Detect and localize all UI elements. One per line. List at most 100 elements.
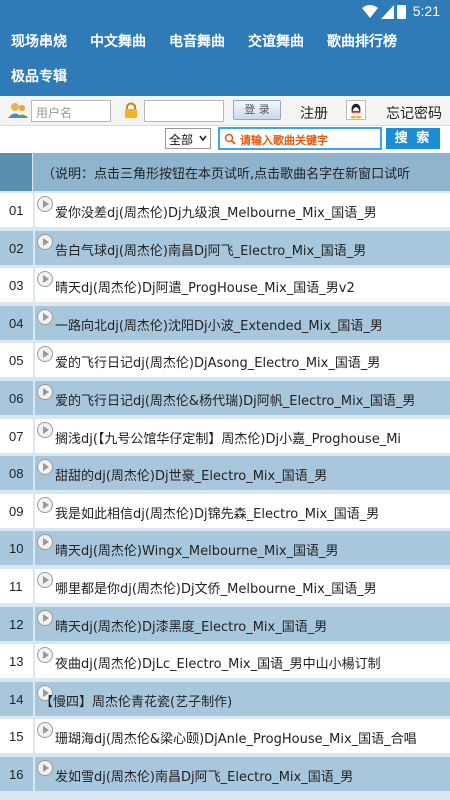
register-link[interactable]: 注册 <box>300 103 328 123</box>
signal-icon <box>381 5 394 19</box>
table-row: 10 晴天dj(周杰伦)Wingx_Melbourne_Mix_国语_男 <box>0 529 450 565</box>
battery-icon <box>397 5 406 19</box>
search-button[interactable]: 搜 索 <box>386 128 440 149</box>
table-row: 08 甜甜的dj(周杰伦)Dj世豪_Electro_Mix_国语_男 <box>0 454 450 490</box>
column-divider <box>33 343 35 377</box>
column-divider <box>33 494 35 528</box>
table-row: 07 搁浅dj(【九号公馆华仔定制】周杰伦)Dj小嘉_Proghouse_Mi <box>0 417 450 453</box>
row-number: 11 <box>9 579 23 594</box>
song-title-link[interactable]: 哪里都是你dj(周杰伦)Dj文侨_Melbourne_Mix_国语_男 <box>55 578 377 597</box>
column-divider <box>33 231 35 265</box>
wifi-icon <box>362 5 378 18</box>
table-row: 12 晴天dj(周杰伦)Dj漆黑度_Electro_Mix_国语_男 <box>0 605 450 641</box>
column-divider <box>33 306 35 340</box>
row-number: 06 <box>9 391 24 406</box>
play-icon[interactable] <box>37 459 53 475</box>
song-title-link[interactable]: 晴天dj(周杰伦)Dj阿遣_ProgHouse_Mix_国语_男v2 <box>55 277 355 296</box>
song-table: （说明：点击三角形按钮在本页试听,点击歌曲名字在新窗口试听 01 爱你没差dj(周… <box>0 153 450 800</box>
song-title-link[interactable]: 爱的飞行日记dj(周杰伦&杨代瑞)Dj阿帆_Electro_Mix_国语_男 <box>55 390 415 409</box>
row-number: 05 <box>9 353 24 368</box>
table-row: 02 告白气球dj(周杰伦)南昌Dj阿飞_Electro_Mix_国语_男 <box>0 229 450 265</box>
row-number: 13 <box>9 654 24 669</box>
column-divider <box>33 644 35 678</box>
row-number: 08 <box>9 466 24 481</box>
song-title-link[interactable]: 夜曲dj(周杰伦)DjLc_Electro_Mix_国语_男中山小楊订制 <box>55 653 381 672</box>
column-divider <box>33 757 35 791</box>
play-icon[interactable] <box>37 722 53 738</box>
category-select[interactable]: 全部 <box>165 128 211 149</box>
nav-item-chinese-dance[interactable]: 中文舞曲 <box>90 31 146 51</box>
search-icon <box>224 133 236 145</box>
table-row: 16 发如雪dj(周杰伦)南昌Dj阿飞_Electro_Mix_国语_男 <box>0 755 450 791</box>
nav-item-electronic-dance[interactable]: 电音舞曲 <box>169 31 225 51</box>
column-divider <box>33 193 35 227</box>
play-icon[interactable] <box>37 234 53 250</box>
play-icon[interactable] <box>37 534 53 550</box>
qq-icon[interactable] <box>346 100 366 120</box>
status-time: 5:21 <box>412 3 440 19</box>
play-icon[interactable] <box>37 384 53 400</box>
chevron-down-icon <box>199 135 207 142</box>
play-icon[interactable] <box>37 647 53 663</box>
nav-item-ballroom-dance[interactable]: 交谊舞曲 <box>248 31 304 51</box>
login-button[interactable]: 登 录 <box>233 100 281 120</box>
song-title-link[interactable]: 告白气球dj(周杰伦)南昌Dj阿飞_Electro_Mix_国语_男 <box>55 240 366 259</box>
table-row: 03 晴天dj(周杰伦)Dj阿遣_ProgHouse_Mix_国语_男v2 <box>0 266 450 302</box>
search-bar: 全部 请输入歌曲关键字 搜 索 <box>0 126 450 154</box>
nav-item-top-albums[interactable]: 极品专辑 <box>11 66 67 86</box>
song-title-link[interactable]: 晴天dj(周杰伦)Dj漆黑度_Electro_Mix_国语_男 <box>55 616 327 635</box>
login-bar: 用户名 登 录 注册 忘记密码 <box>0 96 450 126</box>
column-divider <box>33 682 35 716</box>
song-title-link[interactable]: 一路向北dj(周杰伦)沈阳Dj小波_Extended_Mix_国语_男 <box>55 315 383 334</box>
play-icon[interactable] <box>37 309 53 325</box>
row-number: 04 <box>9 316 24 331</box>
song-title-link[interactable]: 发如雪dj(周杰伦)南昌Dj阿飞_Electro_Mix_国语_男 <box>55 766 353 785</box>
play-icon[interactable] <box>37 346 53 362</box>
table-row: 09 我是如此相信dj(周杰伦)Dj锦先森_Electro_Mix_国语_男 <box>0 492 450 528</box>
table-row: 14 【慢四】周杰伦青花瓷(艺子制作) <box>0 680 450 716</box>
play-icon[interactable] <box>37 271 53 287</box>
song-title-link[interactable]: 珊瑚海dj(周杰伦&梁心颐)DjAnle_ProgHouse_Mix_国语_合唱 <box>55 728 417 747</box>
column-divider <box>33 719 35 753</box>
forgot-password-link[interactable]: 忘记密码 <box>386 103 442 123</box>
play-icon[interactable] <box>37 610 53 626</box>
row-number: 14 <box>9 692 24 707</box>
song-title-link[interactable]: 【慢四】周杰伦青花瓷(艺子制作) <box>40 691 232 710</box>
table-row: 15 珊瑚海dj(周杰伦&梁心颐)DjAnle_ProgHouse_Mix_国语_… <box>0 717 450 753</box>
column-divider <box>33 531 35 565</box>
row-number: 12 <box>9 617 24 632</box>
song-title-link[interactable]: 甜甜的dj(周杰伦)Dj世豪_Electro_Mix_国语_男 <box>55 465 327 484</box>
song-title-link[interactable]: 搁浅dj(【九号公馆华仔定制】周杰伦)Dj小嘉_Proghouse_Mi <box>55 428 401 447</box>
search-placeholder: 请输入歌曲关键字 <box>240 134 328 147</box>
row-number: 01 <box>9 203 24 218</box>
lock-icon <box>125 102 137 118</box>
row-number: 16 <box>9 767 24 782</box>
play-icon[interactable] <box>37 196 53 212</box>
username-field[interactable]: 用户名 <box>31 100 111 122</box>
table-row: 01 爱你没差dj(周杰伦)Dj九级浪_Melbourne_Mix_国语_男 <box>0 191 450 227</box>
song-title-link[interactable]: 爱的飞行日记dj(周杰伦)DjAsong_Electro_Mix_国语_男 <box>55 352 380 371</box>
play-icon[interactable] <box>37 760 53 776</box>
column-divider <box>33 607 35 641</box>
row-number: 03 <box>9 278 24 293</box>
song-title-link[interactable]: 晴天dj(周杰伦)Wingx_Melbourne_Mix_国语_男 <box>55 540 339 559</box>
table-row: 13 夜曲dj(周杰伦)DjLc_Electro_Mix_国语_男中山小楊订制 <box>0 642 450 678</box>
row-number: 15 <box>9 729 24 744</box>
table-row: 11 哪里都是你dj(周杰伦)Dj文侨_Melbourne_Mix_国语_男 <box>0 567 450 603</box>
nav-item-song-chart[interactable]: 歌曲排行榜 <box>327 31 397 51</box>
password-field[interactable] <box>144 100 224 122</box>
song-title-link[interactable]: 爱你没差dj(周杰伦)Dj九级浪_Melbourne_Mix_国语_男 <box>55 202 377 221</box>
play-icon[interactable] <box>37 572 53 588</box>
category-nav: 现场串烧 中文舞曲 电音舞曲 交谊舞曲 歌曲排行榜 极品专辑 <box>0 24 450 96</box>
play-icon[interactable] <box>37 497 53 513</box>
nav-item-live-medley[interactable]: 现场串烧 <box>11 31 67 51</box>
search-input[interactable]: 请输入歌曲关键字 <box>218 127 382 150</box>
header-instructions: （说明：点击三角形按钮在本页试听,点击歌曲名字在新窗口试听 <box>42 167 411 182</box>
status-bar: 5:21 <box>0 0 450 24</box>
column-divider <box>33 381 35 415</box>
song-title-link[interactable]: 我是如此相信dj(周杰伦)Dj锦先森_Electro_Mix_国语_男 <box>55 503 379 522</box>
table-row: 04 一路向北dj(周杰伦)沈阳Dj小波_Extended_Mix_国语_男 <box>0 304 450 340</box>
users-icon <box>8 103 28 118</box>
column-divider <box>33 268 35 302</box>
play-icon[interactable] <box>37 422 53 438</box>
